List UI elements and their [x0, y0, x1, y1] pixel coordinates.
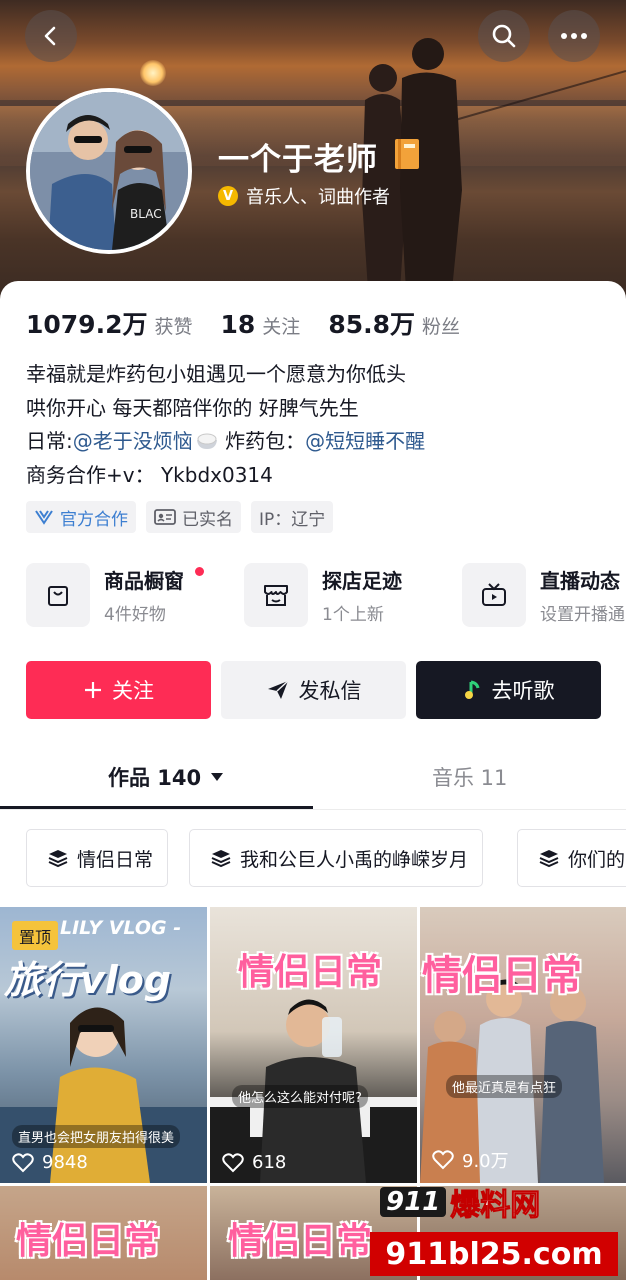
more-dots-icon	[561, 33, 587, 39]
book-emoji-icon	[395, 139, 419, 169]
bag-icon	[48, 586, 68, 606]
id-card-icon	[154, 509, 176, 525]
verification-text: 音乐人、词曲作者	[246, 187, 390, 208]
watermark-logo: 911	[380, 1187, 447, 1217]
shortcut-showcase[interactable]: 商品橱窗 4件好物	[26, 563, 204, 627]
video-likes: 9848	[12, 1152, 88, 1173]
watermark-url: 911bl25.com	[370, 1232, 618, 1276]
tab-music[interactable]: 音乐 11	[432, 762, 507, 792]
svg-text:BLAC: BLAC	[130, 207, 162, 221]
shop-icon	[264, 585, 288, 606]
shortcut-live[interactable]: 直播动态 设置开播通	[462, 563, 625, 627]
verified-v-icon: V	[218, 186, 238, 206]
video-caption: 他怎么这么能对付呢?	[232, 1085, 368, 1108]
following-label: 关注	[262, 316, 301, 338]
avatar[interactable]: BLAC	[26, 88, 192, 254]
video-headline: LILY VLOG -	[60, 917, 182, 939]
rice-bowl-icon	[196, 433, 217, 449]
layers-icon	[211, 850, 231, 868]
likes-label: 获赞	[154, 316, 193, 338]
shortcut-title: 商品橱窗	[104, 569, 184, 593]
video-thumbnail[interactable]: 情侣日常	[0, 1186, 207, 1280]
video-thumbnail[interactable]: 情侣日常 他怎么这么能对付呢? 618	[210, 907, 417, 1183]
profile-banner: BLAC 一个于老师 V 音乐人、词曲作者	[0, 0, 626, 300]
collection-chip[interactable]: 你们的	[517, 829, 626, 887]
heart-icon	[432, 1150, 454, 1170]
shortcut-subtitle: 1个上新	[322, 605, 384, 625]
bio-line: 幸福就是炸药包小姐遇见一个愿意为你低头	[26, 362, 406, 386]
shortcut-subtitle: 设置开播通	[540, 605, 625, 625]
following-count[interactable]: 18	[221, 310, 256, 339]
site-watermark: 911 爆料网 911bl25.com	[370, 1180, 626, 1280]
bio-line: 商务合作+v： Ykbdx0314	[26, 462, 273, 487]
stats-row: 1079.2万 获赞 18 关注 85.8万 粉丝	[26, 305, 488, 341]
music-note-icon	[464, 680, 479, 699]
likes-count[interactable]: 1079.2万	[26, 305, 147, 341]
chevron-left-icon	[44, 26, 56, 46]
avatar-photo: BLAC	[30, 92, 188, 250]
video-title: 情侣日常	[228, 1221, 373, 1262]
tag-official-cooperation[interactable]: 官方合作	[26, 501, 136, 533]
video-likes: 618	[222, 1152, 286, 1173]
video-thumbnail[interactable]: 情侣日常 他最近真是有点狂 9.0万	[420, 907, 626, 1183]
active-tab-indicator	[0, 806, 313, 809]
mention-link[interactable]: @短短睡不醒	[305, 429, 425, 453]
search-button[interactable]	[478, 10, 530, 62]
video-title: 情侣日常	[16, 1221, 161, 1262]
layers-icon	[539, 850, 559, 868]
video-thumbnail[interactable]: 置顶 LILY VLOG - 旅行vlog 直男也会把女朋友拍得很美 9848	[0, 907, 207, 1183]
shortcuts-row: 商品橱窗 4件好物 探店足迹 1个上新 直播动态 设置开播通	[26, 563, 626, 633]
shortcut-subtitle: 4件好物	[104, 605, 166, 625]
bio: 幸福就是炸药包小姐遇见一个愿意为你低头 哄你开心 每天都陪伴你的 好脾气先生 日…	[26, 358, 425, 492]
paper-plane-icon	[267, 680, 289, 699]
verification-row: V 音乐人、词曲作者	[218, 183, 390, 209]
plus-icon	[85, 682, 101, 698]
shortcut-title: 探店足迹	[322, 569, 402, 593]
sunset-sun	[140, 60, 166, 86]
tag-ip-location: IP：辽宁	[251, 501, 334, 533]
collection-chip[interactable]: 情侣日常	[26, 829, 169, 887]
search-icon	[492, 24, 516, 48]
notification-dot	[195, 567, 204, 576]
send-message-button[interactable]: 发私信	[221, 661, 406, 719]
video-caption: 他最近真是有点狂	[446, 1075, 563, 1098]
heart-icon	[222, 1152, 244, 1172]
listen-music-button[interactable]: 去听歌	[416, 661, 601, 719]
bio-line: 日常:@老于没烦恼 炸药包：@短短睡不醒	[26, 429, 426, 453]
collection-chip[interactable]: 我和公巨人小禹的峥嵘岁月	[189, 829, 484, 887]
more-options-button[interactable]	[548, 10, 600, 62]
caret-down-icon	[211, 773, 224, 781]
pinned-badge: 置顶	[12, 921, 59, 950]
watermark-brand: 爆料网	[450, 1188, 541, 1224]
mention-link[interactable]: @老于没烦恼	[73, 429, 193, 453]
followers-label: 粉丝	[422, 316, 461, 338]
heart-icon	[12, 1152, 34, 1172]
profile-nickname: 一个于老师	[218, 142, 378, 178]
profile-tags: 官方合作 已实名 IP：辽宁	[26, 501, 334, 533]
back-button[interactable]	[25, 10, 77, 62]
video-title: 情侣日常	[238, 952, 383, 993]
layers-icon	[48, 850, 68, 868]
video-title: 情侣日常	[422, 953, 582, 999]
follow-button[interactable]: 关注	[26, 661, 211, 719]
action-buttons: 关注 发私信 去听歌	[26, 661, 601, 719]
tv-icon	[482, 583, 506, 606]
official-icon	[35, 510, 53, 525]
collections-row: 情侣日常 我和公巨人小禹的峥嵘岁月 你们的	[26, 829, 626, 889]
content-tabs: 作品 140 音乐 11	[0, 748, 626, 810]
video-likes: 9.0万	[432, 1147, 509, 1173]
shortcut-title: 直播动态	[540, 569, 620, 593]
video-title: 旅行vlog	[4, 958, 172, 1002]
followers-count[interactable]: 85.8万	[328, 305, 415, 341]
shortcut-store-visits[interactable]: 探店足迹 1个上新	[244, 563, 402, 627]
bio-line: 哄你开心 每天都陪伴你的 好脾气先生	[26, 395, 359, 420]
tab-works[interactable]: 作品 140	[108, 762, 224, 792]
video-caption: 直男也会把女朋友拍得很美	[12, 1125, 181, 1148]
tag-real-name[interactable]: 已实名	[146, 501, 241, 533]
